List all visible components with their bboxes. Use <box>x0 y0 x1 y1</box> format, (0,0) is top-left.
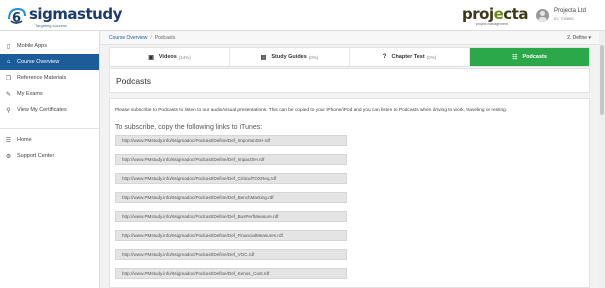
sidebar-item-my-exams[interactable]: ✎ My Exams <box>0 86 99 102</box>
podcast-link[interactable]: http://www.PMstudy.info/6sigmadoc/Podcas… <box>115 249 347 260</box>
tab-progress: (0%) <box>426 54 437 60</box>
podcast-link[interactable]: http://www.PMstudy.info/6sigmadoc/Podcas… <box>115 230 347 241</box>
sidebar-item-view-my-certificates[interactable]: ⚲ View My Certificates <box>0 102 99 118</box>
breadcrumb-course-overview[interactable]: Course Overview <box>109 35 147 41</box>
home-icon: ⌂ <box>6 59 11 65</box>
podcast-link[interactable]: http://www.PMstudy.info/6sigmadoc/Podcas… <box>115 268 347 279</box>
support-icon: ⚙ <box>5 153 12 160</box>
logo-tagline: Targeting success <box>35 23 68 28</box>
tab-podcasts[interactable]: ☷ Podcasts <box>470 48 589 66</box>
user-name: Projecta Ltd <box>554 8 587 14</box>
book-icon: ▤ <box>260 54 267 61</box>
logo-swirl-icon: 6 <box>6 6 28 26</box>
page-title: Podcasts <box>116 75 151 86</box>
tab-label: Podcasts <box>522 54 547 60</box>
sidebar-item-home[interactable]: ☰ Home <box>0 132 99 148</box>
avatar[interactable] <box>536 8 549 22</box>
user-id: ID: 709665 <box>554 16 574 21</box>
podcast-link[interactable]: http://www.PMstudy.info/6sigmadoc/Podcas… <box>115 211 347 222</box>
podcast-icon: ☷ <box>512 54 518 61</box>
sidebar-item-label: Mobile Apps <box>17 43 47 49</box>
logo-name: sigmastudy <box>29 5 122 23</box>
page-header: Podcasts <box>109 68 590 93</box>
sidebar-divider <box>0 128 99 129</box>
podcast-link[interactable]: http://www.PMstudy.info/6sigmadoc/Podcas… <box>115 192 347 203</box>
breadcrumb-current: Podcasts <box>154 34 176 41</box>
top-bar: 6 sigmastudy Targeting success projecta … <box>0 0 605 31</box>
define-dropdown[interactable]: 2. Define ▾ <box>567 35 591 41</box>
partner-name-3: cta <box>503 5 528 23</box>
podcasts-panel: Please subscribe to Podcasts to listen t… <box>109 98 590 288</box>
podcast-link[interactable]: http://www.PMstudy.info/6sigmadoc/Podcas… <box>115 154 347 165</box>
sidebar-item-label: Home <box>17 137 32 143</box>
sidebar-item-reference-materials[interactable]: ❐ Reference Materials <box>0 70 99 86</box>
tab-label: Videos <box>158 54 177 60</box>
question-icon: ? <box>382 54 387 60</box>
video-icon: ▣ <box>148 54 154 61</box>
tab-progress: (14%) <box>178 54 191 60</box>
tab-progress: (0%) <box>308 54 319 60</box>
sidebar-item-support-center[interactable]: ⚙ Support Center <box>0 148 99 164</box>
podcast-link[interactable]: http://www.PMstudy.info/6sigmadoc/Podcas… <box>115 135 347 146</box>
logo-number: 6 <box>12 11 21 26</box>
chevron-down-icon: ▾ <box>588 35 591 41</box>
sidebar: ▯ Mobile Apps ⌂ Course Overview ❐ Refere… <box>0 31 100 288</box>
tab-label: Chapter Test <box>391 54 425 60</box>
partner-name-1: proj <box>462 5 494 23</box>
define-dropdown-label: 2. Define <box>567 35 588 41</box>
sidebar-item-mobile-apps[interactable]: ▯ Mobile Apps <box>0 38 99 54</box>
tab-chapter-test[interactable]: ? Chapter Test (0%) <box>350 48 470 66</box>
6sigmastudy-logo[interactable]: 6 sigmastudy Targeting success <box>6 6 122 28</box>
scrollbar-thumb[interactable] <box>600 45 604 115</box>
sidebar-item-label: Support Center <box>17 153 55 159</box>
partner-name-2: e <box>493 5 504 23</box>
mobile-icon: ▯ <box>6 43 11 50</box>
content-tabs: ▣ Videos (14%) ▤ Study Guides (0%) ? Cha… <box>109 47 590 67</box>
sidebar-item-label: Reference Materials <box>17 75 67 81</box>
user-menu[interactable]: Projecta Ltd ID: 709665 <box>536 8 586 22</box>
intro-text: Please subscribe to Podcasts to listen t… <box>115 108 508 113</box>
sidebar-item-label: View My Certificates <box>17 107 67 113</box>
sidebar-item-label: My Exams <box>17 91 43 97</box>
breadcrumb-separator: / <box>150 34 152 41</box>
sidebar-item-course-overview[interactable]: ⌂ Course Overview <box>0 54 99 70</box>
podcast-link[interactable]: http://www.PMstudy.info/6sigmadoc/Podcas… <box>115 173 347 184</box>
sidebar-item-label: Course Overview <box>17 59 60 65</box>
page-scrollbar[interactable] <box>599 31 605 288</box>
tab-label: Study Guides <box>271 54 307 60</box>
subscribe-heading: To subscribe, copy the following links t… <box>115 124 263 131</box>
tab-study-guides[interactable]: ▤ Study Guides (0%) <box>230 48 350 66</box>
breadcrumb: Course Overview / Podcasts 2. Define ▾ <box>101 31 605 45</box>
document-icon: ❐ <box>5 75 12 82</box>
list-icon: ☰ <box>5 137 12 144</box>
projecta-logo: projecta project management <box>462 5 528 28</box>
tab-videos[interactable]: ▣ Videos (14%) <box>110 48 230 66</box>
edit-icon: ✎ <box>5 91 12 98</box>
search-icon: ⚲ <box>6 107 11 114</box>
podcast-link-list: http://www.PMstudy.info/6sigmadoc/Podcas… <box>115 135 584 279</box>
